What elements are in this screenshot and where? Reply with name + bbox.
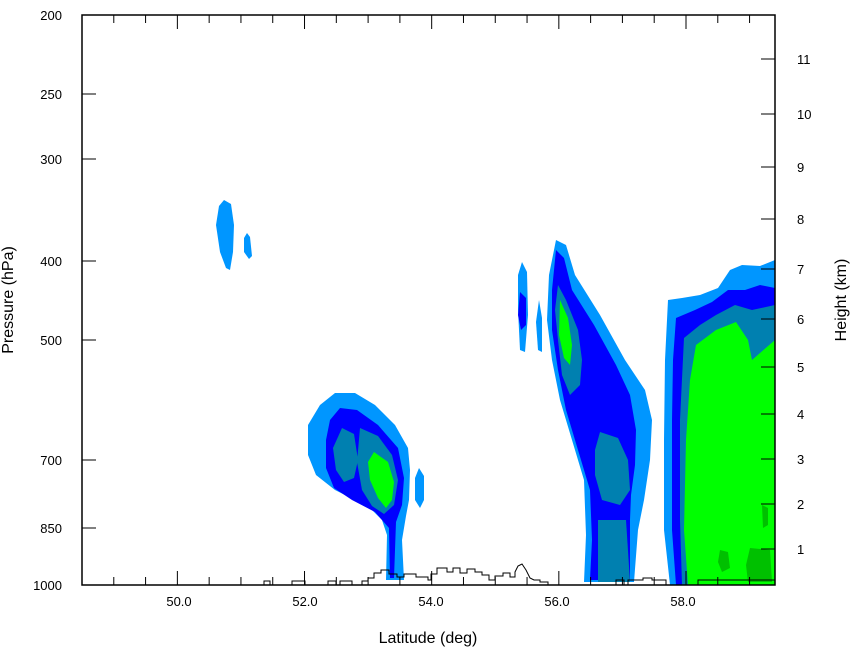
y-tick-label: 700 [40, 453, 62, 468]
storm-cell-56 [518, 240, 652, 582]
height-tick-label: 4 [797, 407, 804, 422]
x-tick-label: 52.0 [292, 594, 317, 609]
height-tick-label: 6 [797, 312, 804, 327]
y-tick-label: 400 [40, 254, 62, 269]
storm-system-right [664, 260, 775, 585]
cell-left-upper [216, 200, 234, 270]
x-tick-label: 50.0 [166, 594, 191, 609]
y-tick-label: 850 [40, 521, 62, 536]
x-tick-label: 54.0 [418, 594, 443, 609]
height-tick-label: 11 [797, 52, 811, 67]
height-tick-label: 8 [797, 212, 804, 227]
height-tick-label: 7 [797, 262, 804, 277]
height-tick-label: 10 [797, 107, 811, 122]
x-tick-label: 56.0 [544, 594, 569, 609]
height-tick-label: 9 [797, 160, 804, 175]
y-tick-label: 300 [40, 152, 62, 167]
x-axis-title: Latitude (deg) [379, 630, 478, 647]
height-tick-label: 2 [797, 497, 804, 512]
contour-chart: 200 250 300 400 500 700 850 1000 50.0 52… [0, 8, 850, 647]
height-axis-title: Height (km) [833, 259, 850, 342]
height-tick-label: 1 [797, 542, 804, 557]
cell-left-small [244, 233, 252, 259]
x-tick-label: 58.0 [670, 594, 695, 609]
storm-cell-53 [308, 393, 424, 580]
contour-fields [216, 200, 775, 585]
height-tick-label: 5 [797, 360, 804, 375]
y-tick-label: 500 [40, 333, 62, 348]
y-tick-label: 1000 [33, 578, 62, 593]
y-tick-label: 250 [40, 87, 62, 102]
height-tick-label: 3 [797, 452, 804, 467]
y-axis-title: Pressure (hPa) [0, 246, 17, 354]
y-tick-label: 200 [40, 8, 62, 23]
